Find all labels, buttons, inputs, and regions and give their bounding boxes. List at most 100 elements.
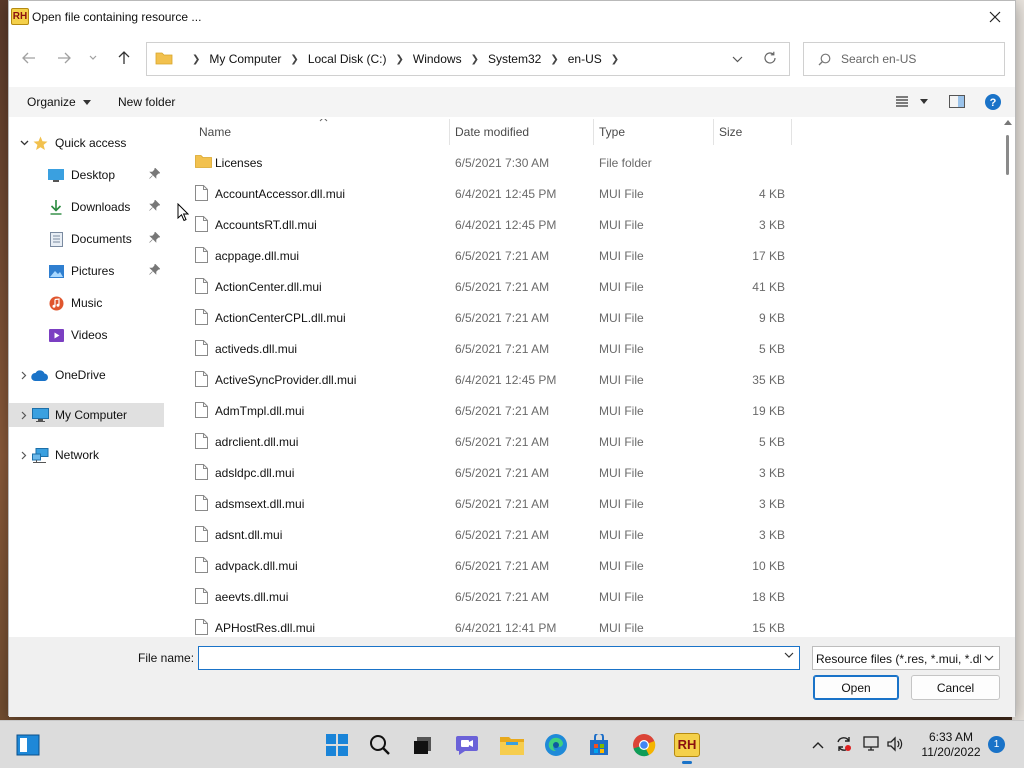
view-options-button[interactable]	[896, 96, 932, 111]
chevron-down-icon[interactable]	[17, 140, 31, 146]
file-size: 3 KB	[758, 497, 785, 511]
forward-button[interactable]	[52, 45, 76, 71]
sidebar-item-network[interactable]: Network	[9, 443, 164, 467]
file-name-input[interactable]	[198, 646, 800, 670]
close-button[interactable]	[981, 3, 1009, 31]
table-row[interactable]: adsnt.dll.mui 6/5/2021 7:21 AM MUI File 3 K…	[179, 519, 789, 549]
system-clock[interactable]: 6:33 AM 11/20/2022	[918, 730, 984, 760]
file-date-modified: 6/5/2021 7:21 AM	[455, 590, 550, 604]
file-date-modified: 6/4/2021 12:45 PM	[455, 218, 557, 232]
chevron-right-icon[interactable]: ❯	[396, 54, 404, 65]
new-folder-button[interactable]: New folder	[118, 95, 175, 109]
table-row[interactable]: APHostRes.dll.mui 6/4/2021 12:41 PM MUI Fi…	[179, 612, 789, 635]
sidebar-item-onedrive[interactable]: OneDrive	[9, 363, 164, 387]
sidebar-item-videos[interactable]: Videos	[9, 323, 164, 347]
sidebar-item-label: Pictures	[71, 264, 115, 278]
file-icon	[195, 557, 208, 576]
open-button[interactable]: Open	[813, 675, 899, 700]
column-header-type[interactable]: Type	[593, 119, 713, 145]
preview-pane-button[interactable]	[949, 95, 965, 111]
table-row[interactable]: Licenses 6/5/2021 7:30 AM File folder	[179, 147, 789, 177]
refresh-button[interactable]	[763, 51, 777, 68]
file-icon	[195, 278, 208, 297]
breadcrumb-windows[interactable]: Windows	[413, 52, 462, 66]
start-button[interactable]	[321, 729, 353, 761]
chrome-browser-button[interactable]	[628, 729, 660, 761]
chevron-right-icon[interactable]: ❯	[290, 54, 298, 65]
search-taskbar-button[interactable]	[364, 729, 396, 761]
breadcrumb-my-computer[interactable]: My Computer	[209, 52, 281, 66]
table-row[interactable]: activeds.dll.mui 6/5/2021 7:21 AM MUI File…	[179, 333, 789, 363]
table-row[interactable]: AdmTmpl.dll.mui 6/5/2021 7:21 AM MUI File 1…	[179, 395, 789, 425]
chevron-down-icon	[732, 56, 743, 63]
notification-badge[interactable]: 1	[988, 736, 1005, 753]
table-row[interactable]: aeevts.dll.mui 6/5/2021 7:21 AM MUI File 18…	[179, 581, 789, 611]
scroll-up-arrow-icon[interactable]	[1004, 119, 1012, 125]
edge-browser-button[interactable]	[540, 729, 572, 761]
edge-icon	[545, 734, 567, 756]
sidebar-item-quick-access[interactable]: Quick access	[9, 131, 164, 155]
sidebar-item-my-computer[interactable]: My Computer	[9, 403, 164, 427]
recent-locations-button[interactable]	[85, 45, 101, 71]
file-type-filter-dropdown[interactable]: Resource files (*.res, *.mui, *.dll	[812, 646, 1000, 670]
vertical-scrollbar[interactable]	[1001, 119, 1015, 635]
refresh-icon	[764, 51, 776, 64]
resource-hacker-taskbar-button[interactable]: RH	[671, 729, 703, 764]
file-size: 17 KB	[752, 249, 785, 263]
chevron-right-icon[interactable]	[17, 411, 31, 420]
table-row[interactable]: AccountAccessor.dll.mui 6/4/2021 12:45 PM…	[179, 178, 789, 208]
breadcrumb-system32[interactable]: System32	[488, 52, 541, 66]
chat-button[interactable]	[451, 729, 483, 761]
search-box[interactable]: Search en-US	[803, 42, 1005, 76]
address-bar[interactable]: ❯ My Computer ❯ Local Disk (C:) ❯ Window…	[146, 42, 790, 76]
table-row[interactable]: ActionCenterCPL.dll.mui 6/5/2021 7:21 AM M…	[179, 302, 789, 332]
breadcrumb-local-disk[interactable]: Local Disk (C:)	[308, 52, 387, 66]
address-history-dropdown[interactable]	[732, 52, 743, 66]
microsoft-store-button[interactable]	[583, 729, 615, 761]
chevron-right-icon[interactable]: ❯	[471, 54, 479, 65]
up-button[interactable]	[112, 45, 136, 71]
chevron-right-icon[interactable]: ❯	[550, 54, 558, 65]
chevron-right-icon[interactable]: ❯	[611, 54, 619, 65]
column-header-name[interactable]: Name	[193, 119, 449, 145]
table-row[interactable]: advpack.dll.mui 6/5/2021 7:21 AM MUI File 1…	[179, 550, 789, 580]
network-tray-icon[interactable]	[862, 735, 880, 756]
show-hidden-icons-button[interactable]	[812, 738, 824, 752]
task-view-button[interactable]	[12, 729, 44, 761]
pin-icon	[149, 167, 161, 182]
table-row[interactable]: acppage.dll.mui 6/5/2021 7:21 AM MUI File 1…	[179, 240, 789, 270]
column-divider[interactable]	[791, 119, 792, 145]
sidebar-item-pictures[interactable]: Pictures	[9, 259, 164, 283]
table-row[interactable]: ActionCenter.dll.mui 6/5/2021 7:21 AM MUI …	[179, 271, 789, 301]
file-date-modified: 6/4/2021 12:45 PM	[455, 373, 557, 387]
arrow-up-icon	[118, 51, 130, 64]
table-row[interactable]: adsldpc.dll.mui 6/5/2021 7:21 AM MUI File 3…	[179, 457, 789, 487]
help-button[interactable]: ?	[985, 94, 1001, 113]
table-row[interactable]: ActiveSyncProvider.dll.mui 6/4/2021 12:45…	[179, 364, 789, 394]
sync-status-icon[interactable]	[835, 735, 853, 756]
navigation-bar: ❯ My Computer ❯ Local Disk (C:) ❯ Window…	[9, 41, 1015, 77]
cancel-button[interactable]: Cancel	[911, 675, 1000, 700]
sidebar-item-documents[interactable]: Documents	[9, 227, 164, 251]
sidebar-item-label: Downloads	[71, 200, 131, 214]
sidebar-item-music[interactable]: Music	[9, 291, 164, 315]
sidebar-item-downloads[interactable]: Downloads	[9, 195, 164, 219]
table-row[interactable]: adsmsext.dll.mui 6/5/2021 7:21 AM MUI File…	[179, 488, 789, 518]
column-header-size[interactable]: Size	[713, 119, 791, 145]
back-button[interactable]	[17, 45, 41, 71]
column-header-date[interactable]: Date modified	[449, 119, 593, 145]
table-row[interactable]: adrclient.dll.mui 6/5/2021 7:21 AM MUI Fil…	[179, 426, 789, 456]
file-date-modified: 6/4/2021 12:45 PM	[455, 187, 557, 201]
breadcrumb-en-us[interactable]: en-US	[568, 52, 602, 66]
chevron-right-icon[interactable]	[17, 371, 31, 380]
task-view-icon	[16, 734, 40, 756]
sidebar-item-label: Documents	[71, 232, 132, 246]
organize-button[interactable]: Organize	[27, 95, 92, 109]
volume-icon[interactable]	[886, 735, 904, 756]
chevron-right-icon[interactable]	[17, 451, 31, 460]
widgets-button[interactable]	[407, 729, 439, 761]
file-explorer-button[interactable]	[496, 729, 528, 761]
table-row[interactable]: AccountsRT.dll.mui 6/4/2021 12:45 PM MUI F…	[179, 209, 789, 239]
scrollbar-thumb[interactable]	[1006, 135, 1009, 175]
sidebar-item-desktop[interactable]: Desktop	[9, 163, 164, 187]
